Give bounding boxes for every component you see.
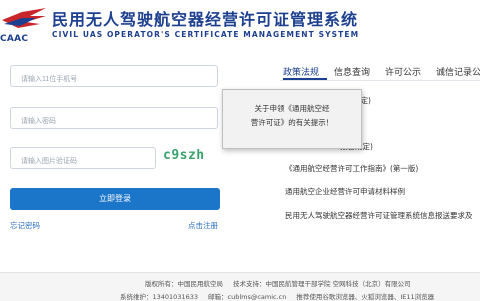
system-title-en: CIVIL UAS OPERATOR'S CERTIFICATE MANAGEM… (52, 30, 360, 39)
tab-policy[interactable]: 政策法规 (283, 65, 319, 78)
support-value: 中国民航管理干部学院 空网科技（北京）有限公司 (265, 280, 411, 288)
tab-info-query[interactable]: 信息查询 (334, 65, 370, 78)
tab-divider (280, 80, 480, 81)
news-item[interactable]: 《通用航空经营许可工作指南》(第一版) (285, 163, 418, 174)
news-item[interactable]: 民用无人驾驶航空器经营许可证管理系统信息报送要求及 (285, 210, 473, 221)
copyright-label: 版权所有： (145, 280, 178, 288)
footer-row-1: 版权所有：中国民用航空局 技术支持：中国民航管理干部学院 空网科技（北京）有限公司 (145, 278, 411, 288)
phone-input[interactable] (11, 69, 217, 90)
notice-popup[interactable]: 关于申领《通用航空经 营许可证》的有关提示！ (222, 89, 362, 149)
captcha-field-wrapper (10, 147, 156, 172)
notice-popup-text[interactable]: 关于申领《通用航空经 营许可证》的有关提示！ (231, 102, 353, 130)
system-title: 民用无人驾驶航空器经营许可证管理系统 (52, 10, 359, 29)
footer: 版权所有：中国民用航空局 技术支持：中国民航管理干部学院 空网科技（北京）有限公司… (0, 272, 480, 301)
tab-license-public[interactable]: 许可公示 (385, 65, 421, 78)
password-input[interactable] (11, 111, 217, 132)
notice-line-1: 关于申领《通用航空经 (254, 104, 330, 113)
login-button[interactable]: 立即登录 (10, 188, 220, 210)
captcha-image[interactable]: c9szh (163, 148, 205, 163)
support-label: 技术支持： (233, 280, 266, 288)
logo-text: CAAC (0, 34, 29, 44)
caac-logo-icon (2, 8, 46, 28)
forgot-password-link[interactable]: 忘记密码 (10, 220, 40, 231)
captcha-input[interactable] (11, 151, 155, 172)
copyright-value: 中国民用航空局 (177, 280, 224, 288)
notice-line-2: 营许可证》的有关提示！ (250, 118, 334, 127)
register-link[interactable]: 点击注册 (188, 220, 218, 231)
header: CAAC 民用无人驾驶航空器经营许可证管理系统 CIVIL UAS OPERAT… (0, 0, 480, 52)
news-item[interactable]: 通用航空企业经营许可申请材料样例 (285, 186, 405, 197)
password-field-wrapper (10, 107, 218, 132)
tab-credit-record[interactable]: 诚信记录公 (436, 65, 480, 78)
phone-field-wrapper (10, 65, 218, 90)
